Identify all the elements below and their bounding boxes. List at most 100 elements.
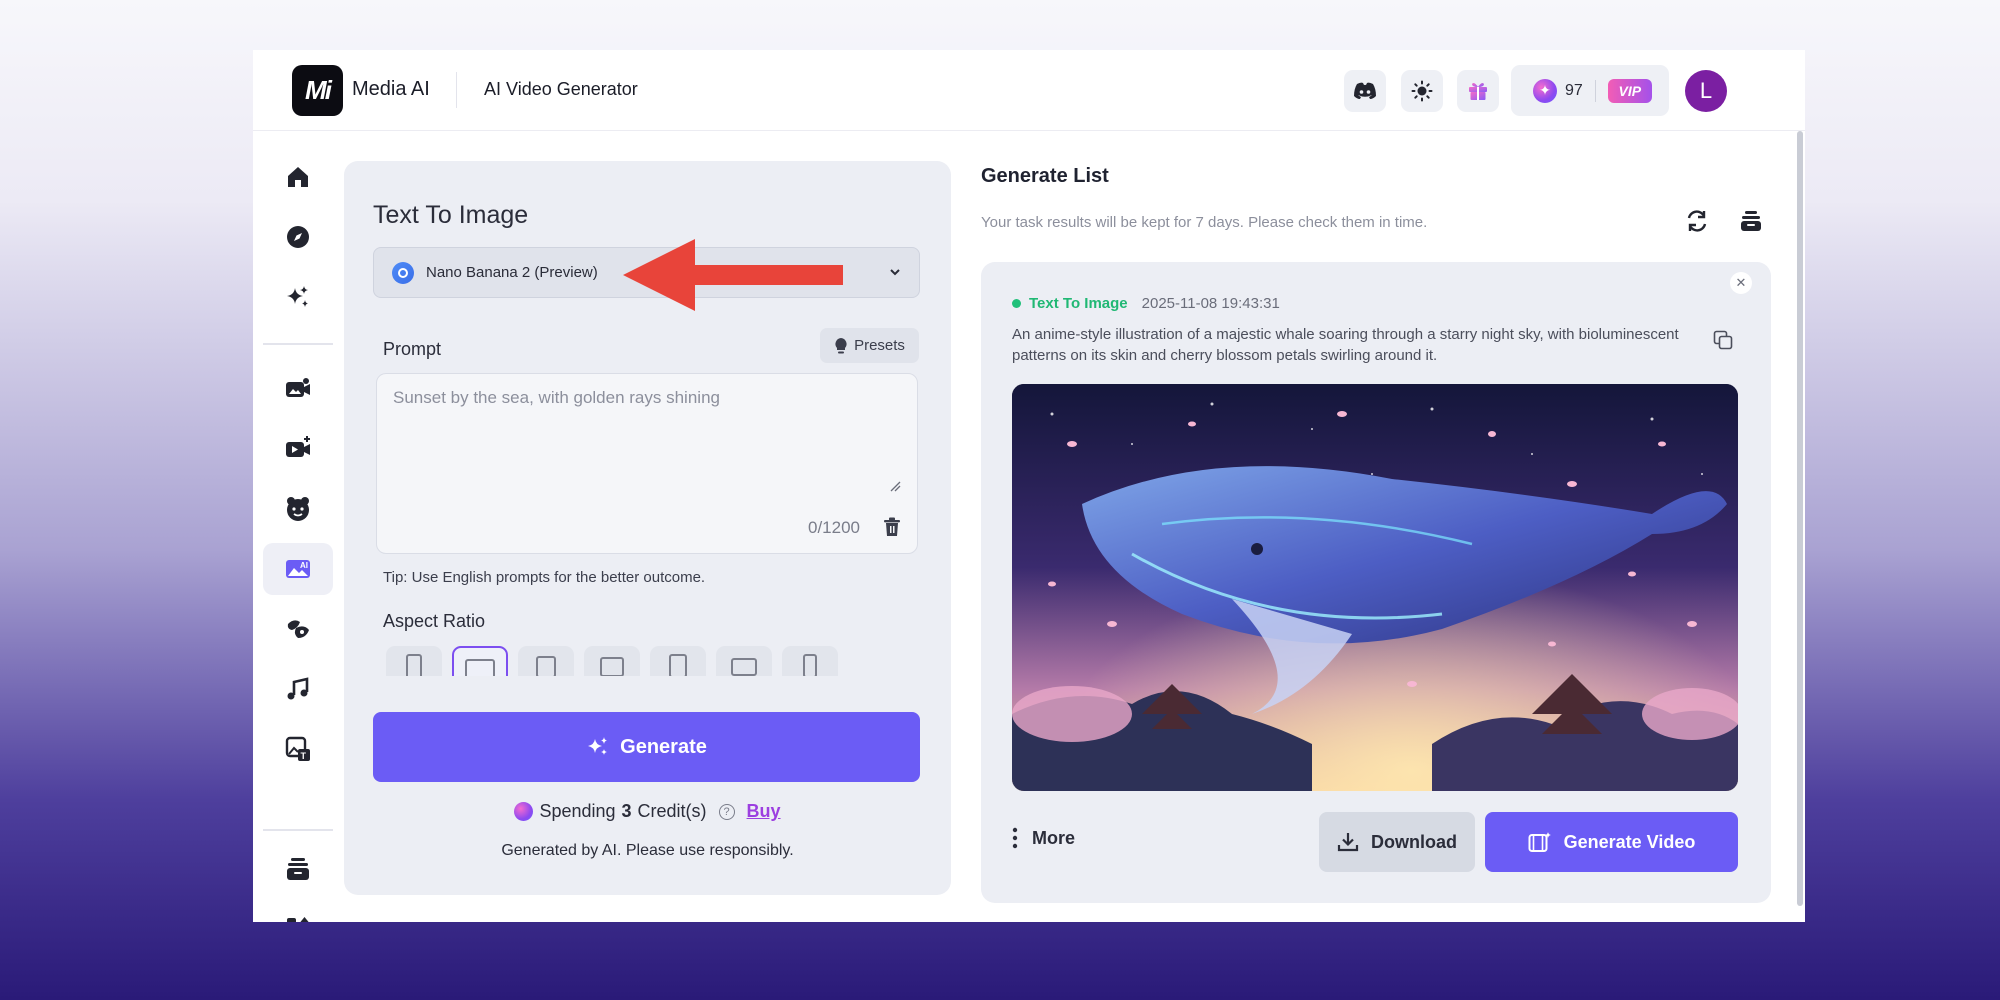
model-select-value: Nano Banana 2 (Preview) xyxy=(426,264,598,281)
sidebar-item-video[interactable] xyxy=(263,423,333,475)
aspect-ratio-option[interactable] xyxy=(584,646,640,676)
page-scrollbar[interactable] xyxy=(1797,131,1803,906)
spending-row: Spending 3 Credit(s) ? Buy xyxy=(344,801,951,822)
portrait-shape-icon xyxy=(406,654,422,676)
sidebar-item-assets[interactable] xyxy=(263,843,333,895)
sidebar-separator xyxy=(263,343,333,345)
aspect-ratio-option[interactable] xyxy=(386,646,442,676)
resize-handle-icon[interactable] xyxy=(889,480,901,492)
result-type: Text To Image xyxy=(1029,295,1128,312)
portrait-shape-icon xyxy=(669,654,687,676)
stack-icon[interactable] xyxy=(1739,209,1763,233)
model-logo-icon xyxy=(392,261,414,284)
spending-amount: 3 xyxy=(621,801,632,821)
prompt-counter: 0/1200 xyxy=(808,518,860,537)
result-description: An anime-style illustration of a majesti… xyxy=(1012,326,1679,364)
aspect-ratio-option[interactable] xyxy=(782,646,838,676)
aspect-ratio-label: Aspect Ratio xyxy=(383,611,486,631)
gift-icon xyxy=(1469,83,1487,100)
sidebar-item-explore[interactable] xyxy=(263,211,333,263)
aspect-ratio-option[interactable] xyxy=(650,646,706,676)
pill-divider xyxy=(1594,79,1596,102)
ai-image-icon: AI xyxy=(286,560,310,578)
video-sparkle-icon xyxy=(1528,832,1551,852)
stack-icon xyxy=(287,858,309,880)
generate-video-button[interactable]: Generate Video xyxy=(1485,812,1738,872)
prompt-box: 0/1200 xyxy=(376,373,918,554)
ai-disclaimer: Generated by AI. Please use responsibly. xyxy=(501,842,794,859)
app-logo[interactable]: Mi xyxy=(292,65,343,116)
landscape-shape-icon xyxy=(465,659,495,676)
app-window: Mi Media AI AI Video Generator ✦ 97 VIP … xyxy=(253,50,1805,922)
download-label: Download xyxy=(1371,831,1457,852)
top-header: Mi Media AI AI Video Generator ✦ 97 VIP … xyxy=(253,50,1805,131)
gift-button[interactable] xyxy=(1457,70,1499,112)
sidebar: AI T xyxy=(253,131,333,922)
discord-button[interactable] xyxy=(1344,70,1386,112)
sidebar-item-image-to-video[interactable] xyxy=(263,363,333,415)
download-button[interactable]: Download xyxy=(1319,812,1475,872)
presets-button[interactable]: Presets xyxy=(820,328,919,363)
brand-name: Media AI xyxy=(352,78,430,100)
copy-icon[interactable] xyxy=(1713,330,1733,350)
generate-list-title: Generate List xyxy=(981,165,1109,187)
panel-title: Text To Image xyxy=(373,201,529,229)
image-text-icon: T xyxy=(285,736,310,761)
generate-button[interactable]: Generate xyxy=(373,712,920,782)
buy-link[interactable]: Buy xyxy=(747,801,781,822)
prompt-input[interactable] xyxy=(377,374,917,494)
sidebar-item-music[interactable] xyxy=(263,663,333,715)
avatar-face-icon xyxy=(287,497,309,521)
spending-suffix: Credit(s) xyxy=(637,801,707,821)
download-icon xyxy=(1337,833,1359,852)
header-divider xyxy=(456,72,457,108)
prompt-tip: Tip: Use English prompts for the better … xyxy=(383,569,706,586)
more-vertical-icon xyxy=(1012,827,1018,849)
spending-prefix: Spending xyxy=(539,801,616,821)
aspect-ratio-option[interactable] xyxy=(518,646,574,676)
landscape-shape-icon xyxy=(731,658,757,676)
sidebar-item-text-to-image[interactable]: AI xyxy=(263,543,333,595)
credits-count: 97 xyxy=(1565,81,1583,99)
sidebar-item-avatar[interactable] xyxy=(263,483,333,535)
generate-list-subtitle: Your task results will be kept for 7 day… xyxy=(981,214,1428,231)
sidebar-item-home[interactable] xyxy=(263,151,333,203)
logo-text: Mi xyxy=(305,75,332,105)
credits-pill[interactable]: ✦ 97 VIP xyxy=(1511,65,1669,116)
generate-video-label: Generate Video xyxy=(1563,831,1696,852)
image-to-video-icon xyxy=(286,378,310,397)
aspect-ratio-options xyxy=(386,646,856,676)
generated-image[interactable] xyxy=(1012,384,1738,791)
theme-toggle-button[interactable] xyxy=(1401,70,1443,112)
aspect-ratio-option-selected[interactable] xyxy=(452,646,508,676)
aspect-ratio-option[interactable] xyxy=(716,646,772,676)
close-icon[interactable]: ✕ xyxy=(1730,272,1752,294)
trash-icon[interactable] xyxy=(883,517,901,537)
music-icon xyxy=(287,677,309,700)
landscape-shape-icon xyxy=(600,657,624,676)
credit-spark-icon xyxy=(514,802,534,821)
status-dot xyxy=(1012,299,1021,308)
sidebar-item-ai-tools[interactable] xyxy=(263,271,333,323)
user-avatar[interactable]: L xyxy=(1685,70,1727,112)
vip-badge[interactable]: VIP xyxy=(1607,78,1652,103)
sidebar-item-more-apps[interactable] xyxy=(263,903,333,922)
lightbulb-icon xyxy=(835,337,847,353)
prompt-label: Prompt xyxy=(383,339,442,359)
refresh-icon[interactable] xyxy=(1685,209,1709,233)
sparkles-icon xyxy=(287,286,308,307)
page-name: AI Video Generator xyxy=(484,79,638,99)
more-button[interactable]: More xyxy=(1012,818,1075,858)
presets-label: Presets xyxy=(854,337,905,354)
effects-icon xyxy=(287,620,309,638)
whale-illustration xyxy=(1012,384,1738,791)
sidebar-separator xyxy=(263,829,333,831)
sidebar-item-image-text[interactable]: T xyxy=(263,723,333,775)
sparkles-icon xyxy=(588,737,608,755)
home-icon xyxy=(288,167,308,187)
sidebar-item-effects[interactable] xyxy=(263,603,333,655)
portrait-shape-icon xyxy=(536,656,556,676)
sun-icon xyxy=(1411,80,1433,102)
compass-icon xyxy=(287,226,309,248)
help-icon[interactable]: ? xyxy=(718,803,735,820)
